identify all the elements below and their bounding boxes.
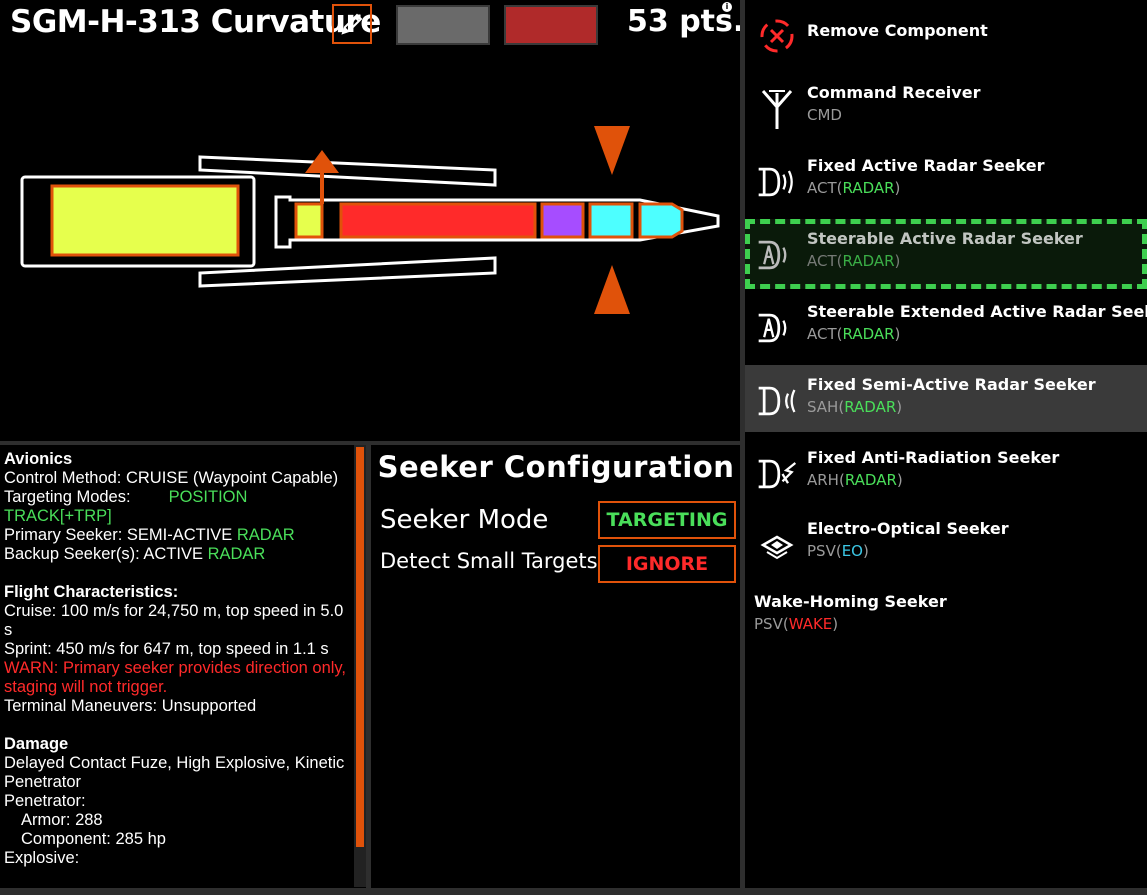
component-fixed-active-radar[interactable]: Fixed Active Radar Seeker ACT(RADAR): [745, 146, 1147, 216]
avionics-section[interactable]: [540, 202, 585, 239]
component-name: Command Receiver: [807, 83, 981, 102]
seeker-config-title: Seeker Configuration: [377, 450, 735, 484]
damage-heading: Damage: [4, 735, 69, 753]
info-icon[interactable]: i: [722, 2, 732, 12]
armor-stat: Armor: 288: [21, 811, 103, 829]
primary-seeker-type: RADAR: [236, 526, 295, 544]
backup-seeker-type: RADAR: [207, 545, 266, 563]
backup-seeker-label: Backup Seeker(s): ACTIVE: [4, 545, 208, 563]
backup-seeker: Backup Seeker(s): ACTIVE RADAR: [4, 545, 349, 564]
backup-seeker-section[interactable]: [588, 202, 634, 239]
steerable-radar-icon: [755, 306, 799, 350]
warhead-section[interactable]: [339, 202, 537, 239]
component-name: Steerable Extended Active Radar Seeker: [807, 302, 1147, 321]
targeting-label: Targeting Modes:: [4, 488, 131, 506]
active-radar-icon: [755, 160, 799, 204]
component-command-receiver[interactable]: Command Receiver CMD: [745, 73, 1147, 143]
component-name: Remove Component: [807, 21, 988, 40]
component-code: CMD: [807, 106, 842, 124]
stats-scrollbar-thumb[interactable]: [356, 447, 364, 847]
component-code: ACT(RADAR): [807, 252, 901, 270]
accent-color-swatch[interactable]: [504, 5, 598, 45]
component-code: ACT(RADAR): [807, 179, 901, 197]
component-code: ARH(RADAR): [807, 471, 903, 489]
anti-radiation-icon: [755, 452, 799, 496]
warning-text: WARN: Primary seeker provides direction …: [4, 659, 347, 696]
primary-seeker-section[interactable]: [638, 202, 684, 239]
component-name: Steerable Active Radar Seeker: [807, 229, 1083, 248]
targeting-modes: Targeting Modes: POSITION: [4, 488, 349, 507]
cruise-stat: Cruise: 100 m/s for 24,750 m, top speed …: [4, 602, 344, 639]
component-steerable-extended-radar[interactable]: Steerable Extended Active Radar Seeker A…: [745, 292, 1147, 362]
semi-active-radar-icon: [755, 379, 799, 423]
component-stat: Component: 285 hp: [21, 830, 166, 848]
component-code: PSV(EO): [807, 542, 869, 560]
selection-arrow-down-icon: [594, 126, 630, 175]
booster-fin-bottom: [198, 256, 497, 288]
sprint-stat: Sprint: 450 m/s for 647 m, top speed in …: [4, 640, 329, 658]
component-code: SAH(RADAR): [807, 398, 903, 416]
flight-heading: Flight Characteristics:: [4, 583, 179, 601]
avionics-heading: Avionics: [4, 450, 73, 468]
booster-fin-top: [198, 155, 497, 187]
component-name: Wake-Homing Seeker: [754, 592, 947, 611]
body-color-swatch[interactable]: [396, 5, 490, 45]
booster-motor-section[interactable]: [50, 184, 240, 257]
component-name: Fixed Active Radar Seeker: [807, 156, 1045, 175]
steerable-radar-icon: [755, 233, 799, 277]
detect-small-targets-label: Detect Small Targets: [380, 549, 598, 573]
detect-small-targets-button[interactable]: IGNORE: [598, 545, 736, 583]
missile-diagram: [20, 126, 720, 314]
explosive-label: Explosive:: [4, 849, 80, 867]
sustainer-motor-section[interactable]: [294, 202, 324, 239]
seeker-mode-label: Seeker Mode: [380, 505, 549, 535]
targeting-mode-2: TRACK[+TRP]: [4, 507, 112, 525]
component-code: PSV(WAKE): [754, 615, 839, 633]
component-electro-optical[interactable]: Electro-Optical Seeker PSV(EO): [745, 509, 1147, 579]
component-fixed-semi-active-radar[interactable]: Fixed Semi-Active Radar Seeker SAH(RADAR…: [745, 365, 1147, 432]
primary-seeker: Primary Seeker: SEMI-ACTIVE RADAR: [4, 526, 349, 545]
control-method: Control Method: CRUISE (Waypoint Capable…: [4, 469, 339, 487]
terminal-maneuvers: Terminal Maneuvers: Unsupported: [4, 697, 257, 715]
component-name: Fixed Semi-Active Radar Seeker: [807, 375, 1096, 394]
pencil-icon: [341, 13, 363, 35]
edit-name-button[interactable]: [332, 4, 372, 44]
fuze-type: Delayed Contact Fuze, High Explosive, Ki…: [4, 754, 345, 791]
component-steerable-active-radar[interactable]: Steerable Active Radar Seeker ACT(RADAR): [745, 219, 1147, 289]
component-fixed-anti-radiation[interactable]: Fixed Anti-Radiation Seeker ARH(RADAR): [745, 438, 1147, 508]
remove-icon: [755, 14, 799, 58]
penetrator-label: Penetrator:: [4, 792, 86, 810]
avionics-stats-panel: Avionics Control Method: CRUISE (Waypoin…: [4, 450, 349, 890]
missile-title: SGM-H-313 Curvature: [10, 4, 381, 40]
antenna-icon: [755, 87, 799, 131]
component-code: ACT(RADAR): [807, 325, 901, 343]
eye-icon: [755, 523, 799, 567]
component-name: Electro-Optical Seeker: [807, 519, 1009, 538]
component-remove[interactable]: Remove Component: [745, 0, 1147, 70]
targeting-mode-1: POSITION: [168, 488, 248, 506]
seeker-mode-button[interactable]: TARGETING: [598, 501, 736, 539]
component-name: Fixed Anti-Radiation Seeker: [807, 448, 1060, 467]
panel-divider-middle: [366, 445, 371, 895]
component-wake-homing[interactable]: Wake-Homing Seeker PSV(WAKE): [745, 582, 1147, 652]
primary-seeker-label: Primary Seeker: SEMI-ACTIVE: [4, 526, 237, 544]
selection-arrow-up-icon: [594, 265, 630, 314]
